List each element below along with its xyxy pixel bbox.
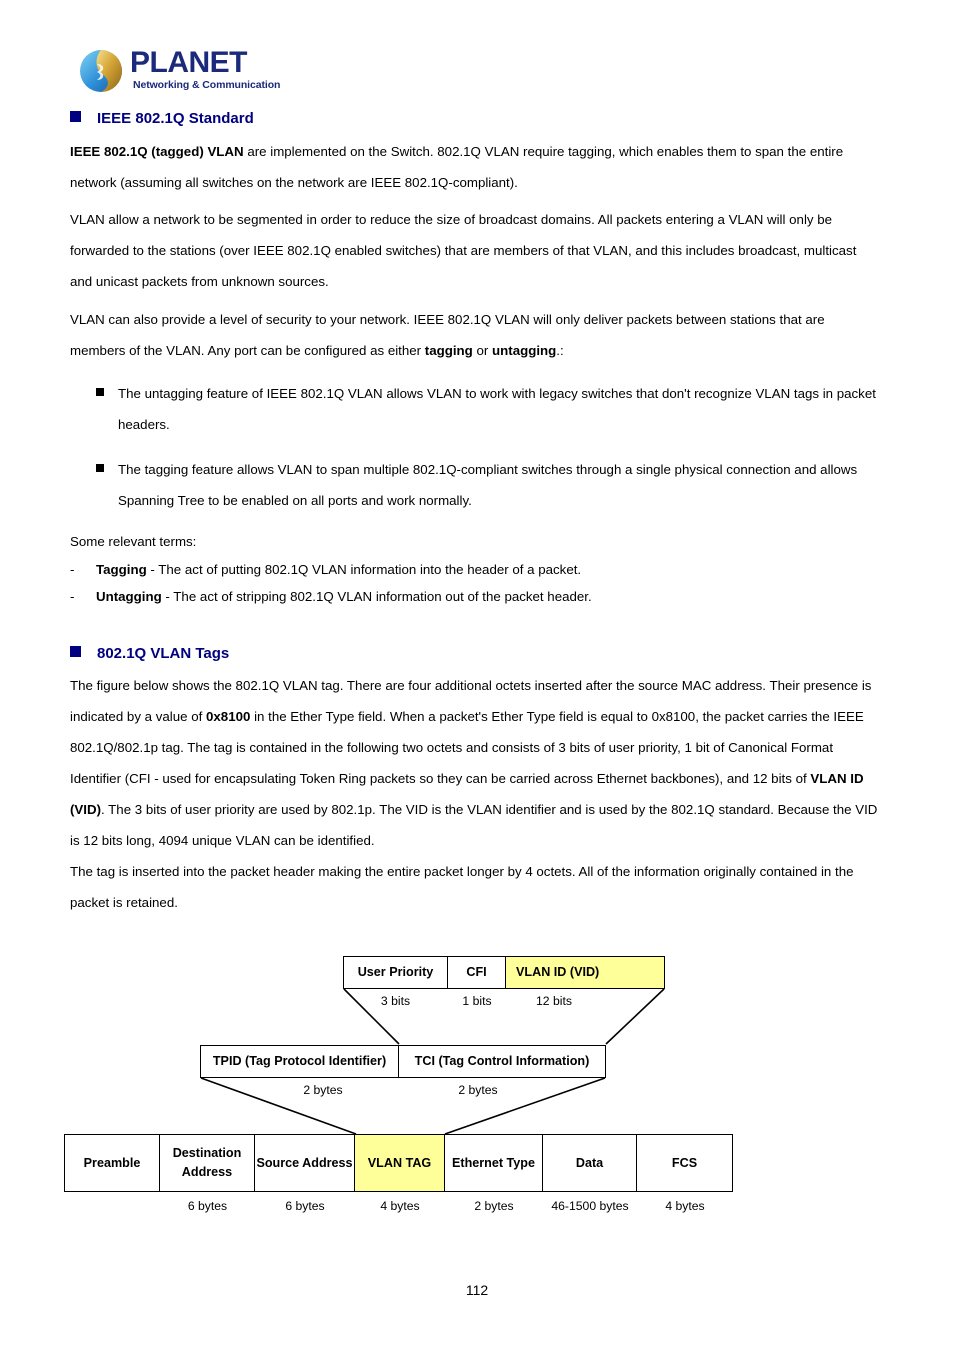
dash-marker: - <box>70 562 75 577</box>
bullet-item-untagging: The untagging feature of IEEE 802.1Q VLA… <box>96 378 882 440</box>
bullet-text: The tagging feature allows VLAN to span … <box>118 462 858 508</box>
diagram-cell-tpid: TPID (Tag Protocol Identifier) <box>200 1045 399 1078</box>
heading-text: IEEE 802.1Q Standard <box>97 110 254 127</box>
diagram-size-tci: 2 bytes <box>458 1083 498 1097</box>
diagram-size-vlan-tag: 4 bytes <box>380 1199 420 1213</box>
terms-intro: Some relevant terms: <box>70 534 197 549</box>
diagram-cell-fcs: FCS <box>637 1134 733 1192</box>
bullet-text: The untagging feature of IEEE 802.1Q VLA… <box>118 386 876 432</box>
diagram-cell-tci: TCI (Tag Control Information) <box>399 1045 606 1078</box>
term-untagging-bold: untagging <box>492 343 557 358</box>
dash-marker: - <box>70 589 75 604</box>
term-row-tagging: - Tagging - The act of putting 802.1Q VL… <box>70 557 582 583</box>
diagram-size-source-address: 6 bytes <box>285 1199 325 1213</box>
planet-logo: PLANET Networking & Communication <box>78 46 280 98</box>
paragraph-vlan-tag-detail: The figure below shows the 802.1Q VLAN t… <box>70 670 882 856</box>
paragraph-intro-bold: IEEE 802.1Q (tagged) VLAN <box>70 144 244 159</box>
diagram-cell-cfi: CFI <box>448 956 506 989</box>
logo-tagline: Networking & Communication <box>133 79 281 91</box>
diagram-cell-source-address: Source Address <box>255 1134 355 1192</box>
square-bullet-icon <box>96 388 104 396</box>
diagram-cell-destination-address: Destination Address <box>160 1134 255 1192</box>
heading-text: 802.1Q VLAN Tags <box>97 645 230 662</box>
diagram-cell-data: Data <box>543 1134 637 1192</box>
diagram-size-cfi: 1 bits <box>462 994 492 1008</box>
logo-wordmark: PLANET <box>130 46 248 79</box>
page-number: 112 <box>465 1282 489 1298</box>
section-heading-ieee: IEEE 802.1Q Standard <box>70 110 254 127</box>
paragraph-intro: IEEE 802.1Q (tagged) VLAN are implemente… <box>70 136 882 198</box>
paragraph-segmentation: VLAN allow a network to be segmented in … <box>70 212 857 289</box>
diagram-size-fcs: 4 bytes <box>665 1199 705 1213</box>
ethertype-value-bold: 0x8100 <box>206 709 251 724</box>
term-description: - The act of stripping 802.1Q VLAN infor… <box>161 589 592 604</box>
diagram-cell-vlan-tag: VLAN TAG <box>355 1134 445 1192</box>
diagram-size-data: 46-1500 bytes <box>551 1199 629 1213</box>
diagram-size-vlan-id: 12 bits <box>536 994 572 1008</box>
term-tagging-bold: tagging <box>424 343 473 358</box>
diagram-cell-label: Ethernet Type <box>451 1155 536 1170</box>
diagram-size-tpid: 2 bytes <box>303 1083 343 1097</box>
diagram-cell-vlan-id: VLAN ID (VID) <box>506 956 665 989</box>
section-heading-vlan-tags: 802.1Q VLAN Tags <box>70 645 229 662</box>
square-bullet-icon <box>70 111 81 122</box>
square-bullet-icon <box>96 464 104 472</box>
diagram-cell-preamble: Preamble <box>64 1134 160 1192</box>
paragraph-tag-insert: The tag is inserted into the packet head… <box>70 864 854 910</box>
term-row-untagging: - Untagging - The act of stripping 802.1… <box>70 584 592 610</box>
paragraph-vlan-end: . The 3 bits of user priority are used b… <box>70 802 878 848</box>
document-page: PLANET Networking & Communication IEEE 8… <box>0 0 954 1350</box>
paragraph-security-mid: or <box>472 343 493 358</box>
diagram-size-destination-address: 6 bytes <box>187 1199 228 1213</box>
diagram-cell-ethernet-type: Ethernet Type <box>445 1134 543 1192</box>
diagram-cell-user-priority: User Priority <box>343 956 448 989</box>
term-name: Untagging <box>96 589 162 604</box>
diagram-cell-label: Destination Address <box>172 1146 242 1179</box>
term-description: - The act of putting 802.1Q VLAN informa… <box>146 562 582 577</box>
diagram-cell-label: Source Address <box>256 1155 353 1170</box>
paragraph-security: VLAN can also provide a level of securit… <box>70 304 882 366</box>
diagram-size-ethernet-type: 2 bytes <box>474 1199 514 1213</box>
bullet-item-tagging: The tagging feature allows VLAN to span … <box>96 454 882 516</box>
globe-icon <box>80 50 122 92</box>
square-bullet-icon <box>70 646 81 657</box>
paragraph-security-end: .: <box>556 343 564 358</box>
term-name: Tagging <box>96 562 147 577</box>
diagram-size-user-priority: 3 bits <box>380 994 411 1008</box>
